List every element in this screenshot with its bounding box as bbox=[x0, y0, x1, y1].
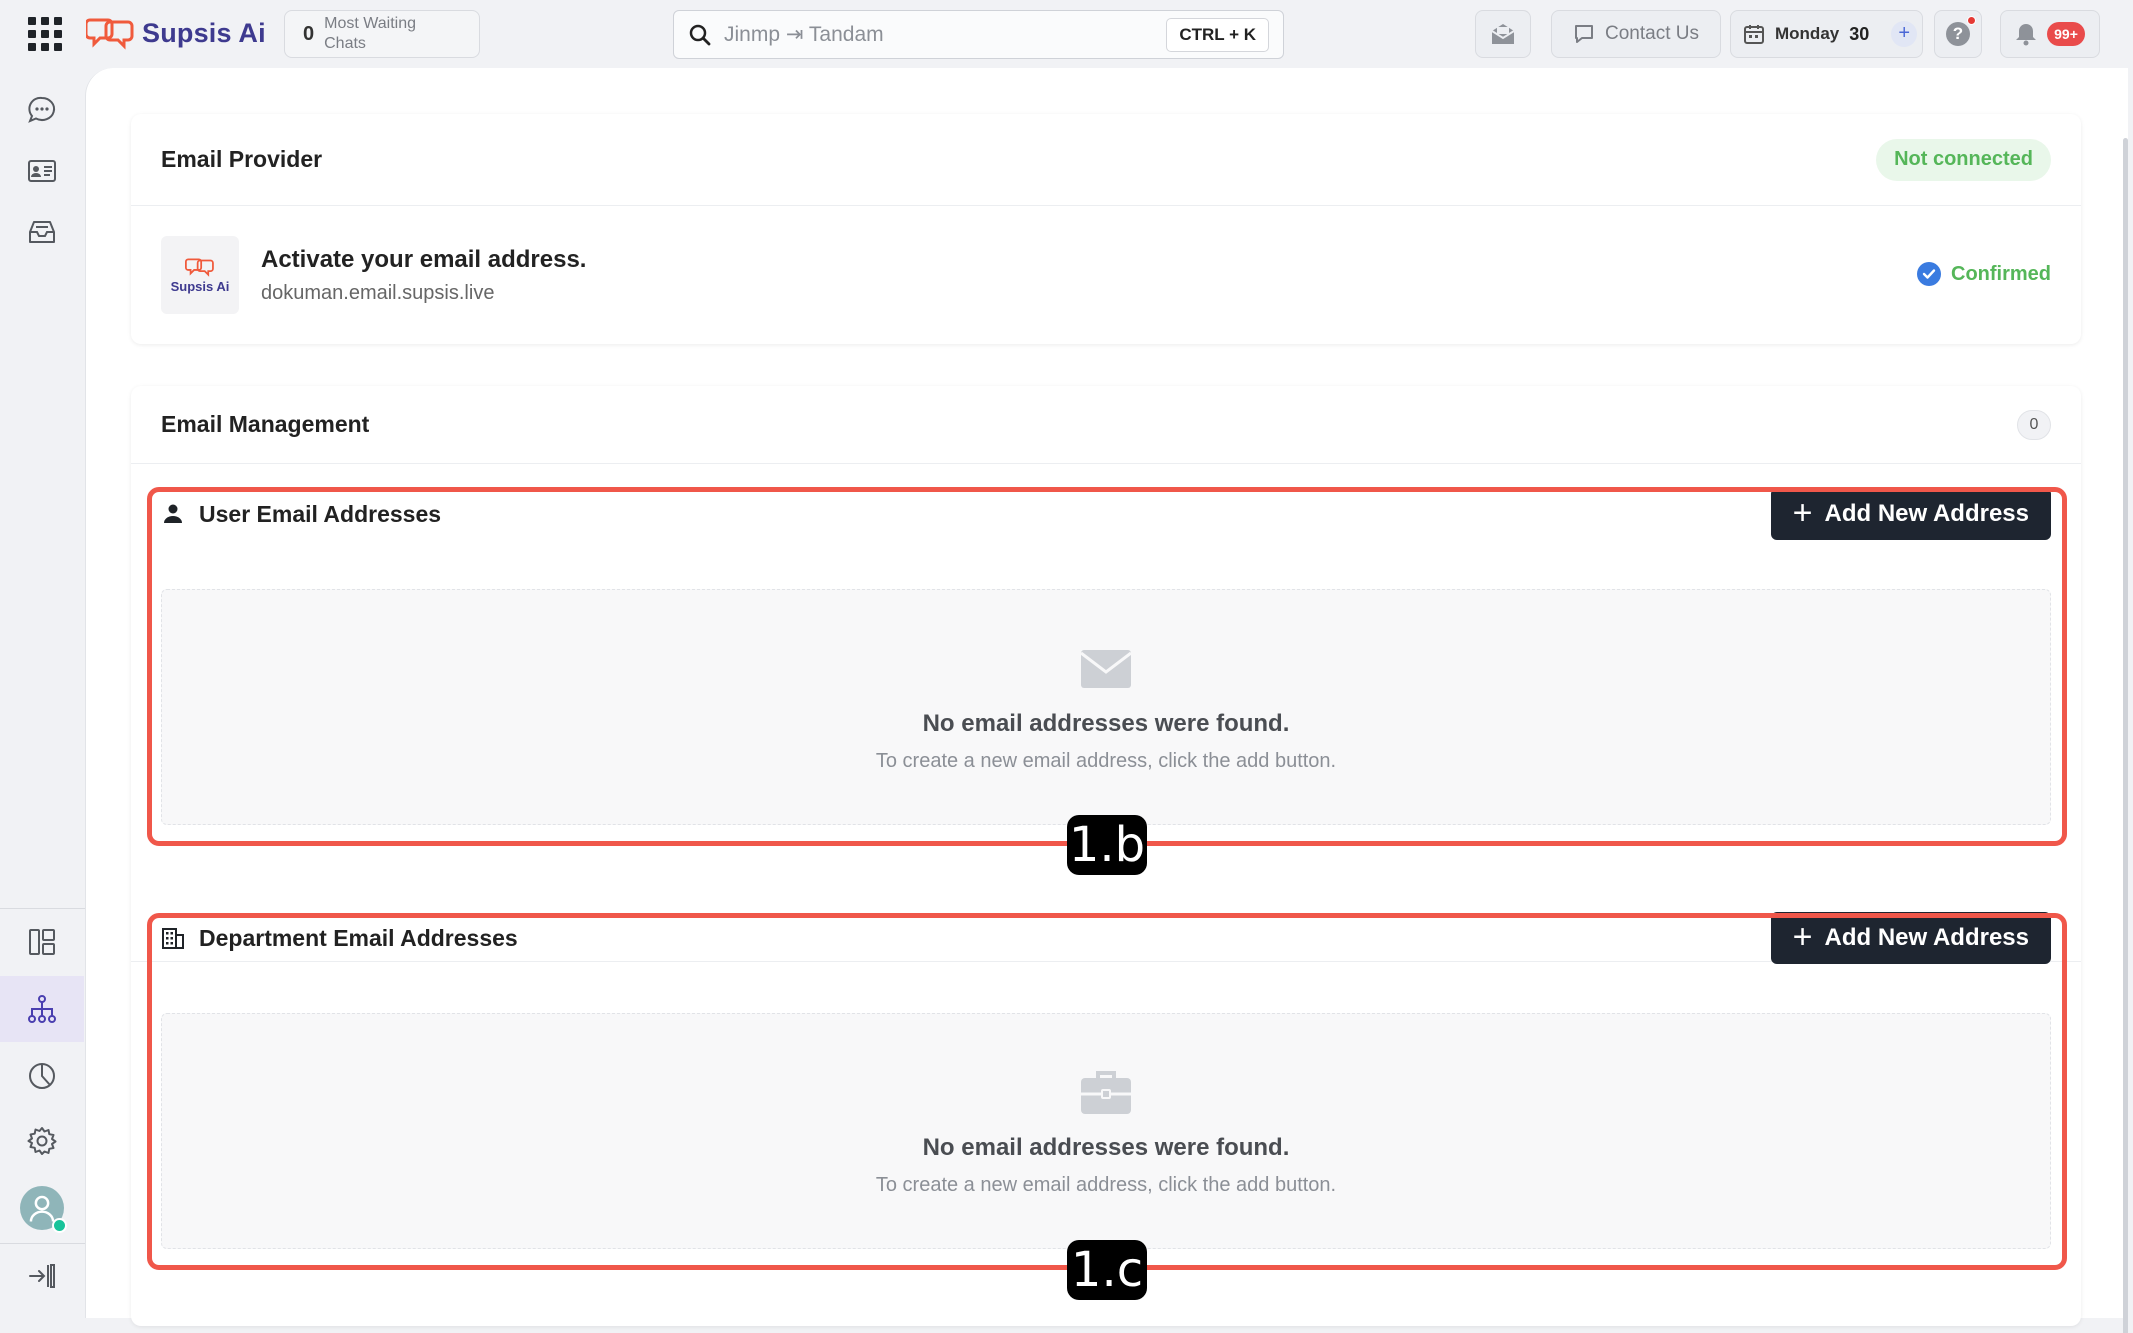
pie-chart-icon bbox=[29, 1063, 55, 1089]
email-count-badge: 0 bbox=[2017, 409, 2051, 440]
department-empty-title: No email addresses were found. bbox=[922, 1133, 1290, 1161]
app-name: Supsis Ai bbox=[142, 17, 266, 48]
provider-domain: dokuman.email.supsis.live bbox=[261, 281, 495, 304]
sidebar-item-inbox[interactable] bbox=[0, 202, 84, 262]
add-user-address-button[interactable]: + Add New Address bbox=[1770, 488, 2051, 540]
sidebar bbox=[0, 68, 85, 1333]
help-icon: ? bbox=[1946, 16, 1976, 46]
chat-icon bbox=[28, 96, 56, 123]
activate-title: Activate your email address. bbox=[261, 245, 587, 273]
calendar-icon bbox=[1744, 25, 1764, 44]
sidebar-item-profile[interactable] bbox=[0, 1178, 84, 1238]
top-bar: Supsis Ai 0 Most Waiting Chats Jinmp ⇥ T… bbox=[0, 0, 2133, 68]
provider-logo: Supsis Ai bbox=[161, 236, 239, 314]
provider-logo-text: Supsis Ai bbox=[170, 278, 230, 294]
building-icon bbox=[162, 928, 184, 949]
mail-icon bbox=[1491, 24, 1515, 44]
email-provider-card: Email Provider Not connected Supsis Ai A… bbox=[131, 114, 2081, 344]
search-input[interactable]: Jinmp ⇥ Tandam CTRL + K bbox=[673, 10, 1284, 59]
department-email-section: Department Email Addresses + Add New Add… bbox=[161, 908, 2051, 1249]
avatar bbox=[20, 1186, 67, 1233]
date-number: 30 bbox=[1849, 23, 1870, 44]
add-user-address-label: Add New Address bbox=[1824, 500, 2029, 527]
briefcase-icon bbox=[1081, 1070, 1131, 1114]
email-provider-header: Email Provider Not connected bbox=[131, 114, 2081, 206]
notifications-button[interactable]: 99+ bbox=[2000, 10, 2100, 58]
search-icon bbox=[689, 24, 711, 45]
sidebar-item-settings[interactable] bbox=[0, 1111, 84, 1171]
check-circle-icon bbox=[1917, 262, 1941, 286]
chat-bubble-icon bbox=[1575, 25, 1593, 43]
logout-icon bbox=[29, 1264, 55, 1288]
contact-us-label: Contact Us bbox=[1605, 23, 1699, 44]
hierarchy-icon bbox=[28, 995, 56, 1023]
user-email-section-head: User Email Addresses + Add New Address bbox=[161, 484, 2051, 544]
waiting-label: Most Waiting Chats bbox=[324, 15, 416, 52]
envelope-icon bbox=[1080, 649, 1132, 688]
plus-icon: + bbox=[1792, 493, 1813, 532]
connection-status-badge: Not connected bbox=[1876, 138, 2051, 181]
confirmed-label: Confirmed bbox=[1951, 262, 2051, 285]
sidebar-item-reports[interactable] bbox=[0, 1046, 84, 1106]
inbox-button[interactable] bbox=[1475, 10, 1531, 58]
sidebar-divider-bottom bbox=[0, 1243, 85, 1244]
app-logo[interactable]: Supsis Ai bbox=[86, 12, 266, 54]
email-provider-title: Email Provider bbox=[161, 146, 323, 172]
logo-bubbles-icon bbox=[86, 18, 134, 50]
provider-row: Supsis Ai Activate your email address. d… bbox=[131, 206, 2081, 344]
annotation-label-1c: 1.c bbox=[1067, 1240, 1147, 1300]
layout-panels-icon bbox=[29, 929, 55, 955]
user-email-title-text: User Email Addresses bbox=[199, 500, 442, 527]
waiting-count: 0 bbox=[303, 22, 315, 45]
user-email-section-title: User Email Addresses bbox=[161, 501, 441, 528]
plus-icon: + bbox=[1792, 917, 1813, 956]
annotation-label-1b: 1.b bbox=[1067, 815, 1147, 875]
email-management-title: Email Management bbox=[161, 411, 370, 437]
user-email-empty-state: No email addresses were found. To create… bbox=[161, 589, 2051, 825]
sidebar-item-dashboard[interactable] bbox=[0, 912, 84, 972]
help-alert-dot bbox=[1967, 16, 1976, 25]
department-email-empty-state: No email addresses were found. To create… bbox=[161, 1013, 2051, 1249]
contact-card-icon bbox=[28, 160, 56, 182]
department-email-section-title: Department Email Addresses bbox=[161, 925, 518, 952]
sidebar-divider bbox=[0, 908, 85, 909]
add-department-address-label: Add New Address bbox=[1824, 924, 2029, 951]
date-day: Monday bbox=[1775, 24, 1840, 43]
bell-icon bbox=[2016, 24, 2037, 46]
scrollbar[interactable] bbox=[2123, 138, 2128, 1333]
date-button[interactable]: Monday 30 + bbox=[1730, 10, 1923, 58]
provider-info: Activate your email address. dokuman.ema… bbox=[261, 246, 586, 305]
sidebar-item-chats[interactable] bbox=[0, 80, 84, 140]
department-email-section-head: Department Email Addresses + Add New Add… bbox=[161, 908, 2051, 968]
sidebar-item-integrations[interactable] bbox=[0, 976, 84, 1042]
search-placeholder: Jinmp ⇥ Tandam bbox=[724, 23, 884, 46]
sidebar-item-logout[interactable] bbox=[0, 1246, 84, 1306]
logo-bubbles-icon bbox=[185, 257, 214, 277]
inbox-tray-icon bbox=[29, 221, 55, 243]
user-empty-title: No email addresses were found. bbox=[922, 709, 1290, 737]
most-waiting-chats[interactable]: 0 Most Waiting Chats bbox=[284, 10, 480, 58]
online-status-dot bbox=[52, 1218, 67, 1233]
notifications-badge: 99+ bbox=[2047, 22, 2085, 46]
apps-grid-icon[interactable] bbox=[24, 16, 66, 52]
user-empty-subtitle: To create a new email address, click the… bbox=[875, 749, 1337, 772]
main-content: Email Provider Not connected Supsis Ai A… bbox=[85, 68, 2128, 1333]
gear-icon bbox=[27, 1127, 57, 1155]
email-management-header: Email Management 0 bbox=[131, 386, 2081, 464]
search-shortcut: CTRL + K bbox=[1166, 17, 1269, 52]
department-email-title-text: Department Email Addresses bbox=[199, 924, 518, 951]
confirmed-status: Confirmed bbox=[1917, 262, 2051, 286]
user-icon bbox=[164, 504, 182, 523]
contact-us-button[interactable]: Contact Us bbox=[1551, 10, 1721, 58]
department-empty-subtitle: To create a new email address, click the… bbox=[875, 1173, 1337, 1196]
help-button[interactable]: ? bbox=[1934, 10, 1982, 58]
add-date-icon[interactable]: + bbox=[1891, 21, 1918, 47]
sidebar-item-contacts[interactable] bbox=[0, 141, 84, 201]
user-email-section: User Email Addresses + Add New Address N… bbox=[161, 484, 2051, 825]
add-department-address-button[interactable]: + Add New Address bbox=[1770, 912, 2051, 964]
user-silhouette-icon bbox=[29, 1195, 55, 1222]
